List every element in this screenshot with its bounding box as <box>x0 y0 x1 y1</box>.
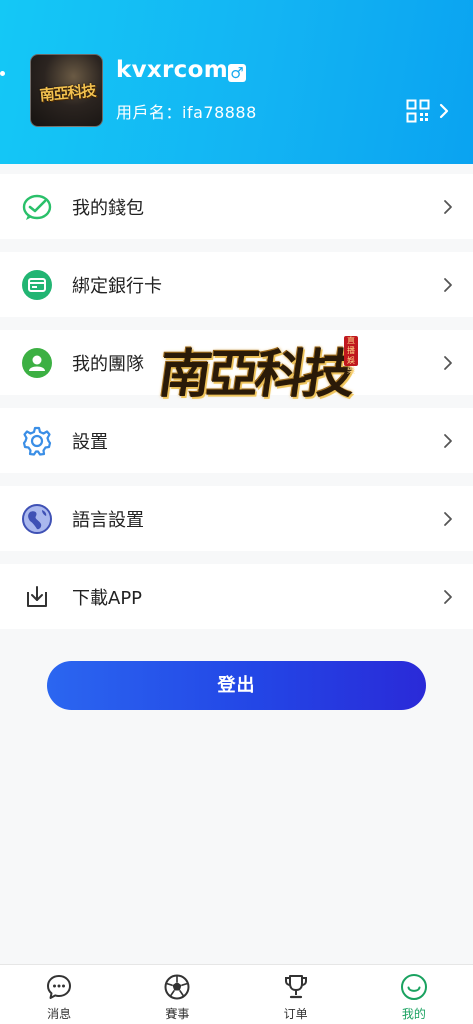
header-dot <box>0 71 5 76</box>
language-globe-icon <box>22 504 52 534</box>
menu-label-bank-card: 綁定銀行卡 <box>72 276 162 297</box>
menu-item-team[interactable]: 我的團隊 <box>0 330 473 395</box>
menu-label-language: 語言設置 <box>72 510 144 531</box>
avatar-logo-text: 南亞科技 <box>38 81 97 105</box>
tab-label-messages: 消息 <box>47 1007 72 1021</box>
smiley-profile-icon <box>400 974 427 1000</box>
menu-list: 我的錢包 綁定銀行卡 我的團隊 設置 語言設置 下載APP <box>0 174 473 642</box>
soccer-ball-icon <box>164 974 190 1000</box>
menu-item-wallet[interactable]: 我的錢包 <box>0 174 473 239</box>
tab-label-orders: 订单 <box>283 1007 308 1021</box>
menu-item-bank-card[interactable]: 綁定銀行卡 <box>0 252 473 317</box>
avatar[interactable]: 南亞科技 <box>30 54 103 127</box>
menu-label-settings: 設置 <box>72 432 108 453</box>
tab-profile[interactable]: 我的 <box>355 965 473 1024</box>
menu-item-language[interactable]: 語言設置 <box>0 486 473 551</box>
menu-label-wallet: 我的錢包 <box>72 198 144 219</box>
wallet-icon <box>22 194 52 220</box>
download-icon <box>27 586 47 607</box>
tab-messages[interactable]: 消息 <box>0 965 118 1024</box>
tab-label-matches: 賽事 <box>165 1007 190 1021</box>
team-icon <box>22 348 52 378</box>
chevron-right-icon <box>444 512 452 526</box>
qr-code-icon[interactable] <box>406 99 430 123</box>
menu-label-team: 我的團隊 <box>72 354 144 375</box>
message-icon <box>47 975 72 999</box>
chevron-right-icon <box>444 278 452 292</box>
tab-label-profile: 我的 <box>401 1007 426 1021</box>
tab-orders[interactable]: 订单 <box>237 965 355 1024</box>
chevron-right-icon <box>444 356 452 370</box>
nickname: kvxrcom <box>116 57 228 83</box>
profile-header: 南亞科技 kvxrcom ♂ 用戶名：ifa78888 <box>0 0 473 164</box>
logout-button[interactable]: 登出 <box>47 661 426 710</box>
menu-item-settings[interactable]: 設置 <box>0 408 473 473</box>
menu-item-download-app[interactable]: 下載APP <box>0 564 473 629</box>
settings-gear-icon <box>22 426 52 456</box>
tab-matches[interactable]: 賽事 <box>118 965 236 1024</box>
chevron-right-icon <box>444 434 452 448</box>
chevron-right-icon <box>444 590 452 604</box>
chevron-right-icon <box>444 200 452 214</box>
trophy-icon <box>284 975 307 999</box>
user-id-label: 用戶名：ifa78888 <box>116 103 257 122</box>
bank-card-icon <box>22 270 52 300</box>
menu-label-download-app: 下載APP <box>72 588 143 609</box>
chevron-right-icon[interactable] <box>438 103 450 119</box>
gender-male-icon: ♂ <box>228 64 246 82</box>
bottom-tab-bar: 消息 賽事 订单 我的 <box>0 964 473 1024</box>
